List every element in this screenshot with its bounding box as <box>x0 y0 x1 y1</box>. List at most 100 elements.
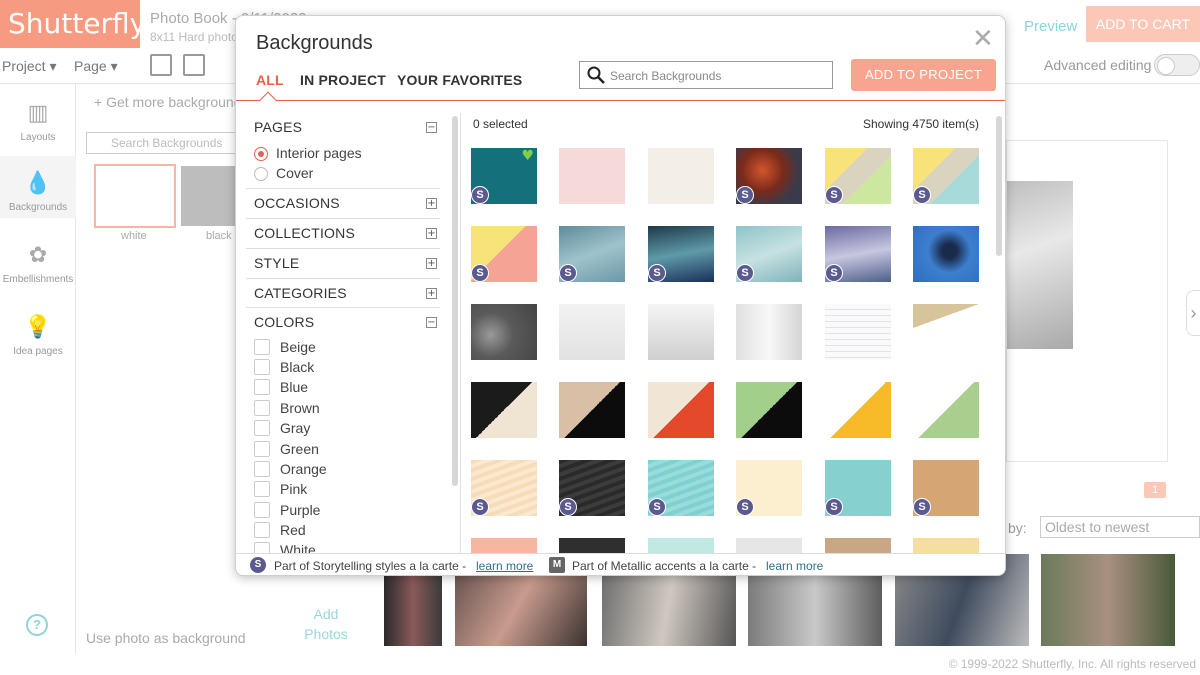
background-tile[interactable] <box>913 382 979 438</box>
background-tile[interactable]: ♥ S <box>471 148 537 204</box>
background-tile[interactable]: S <box>471 226 537 282</box>
background-tile[interactable] <box>913 226 979 282</box>
filter-collections-header[interactable]: COLLECTIONS + <box>254 225 440 241</box>
background-tile[interactable] <box>913 304 979 360</box>
tab-your-favorites[interactable]: YOUR FAVORITES <box>397 72 522 88</box>
nav-idea-pages[interactable]: 💡 Idea pages <box>0 314 76 357</box>
add-page-icon[interactable] <box>150 54 172 76</box>
swatch-white[interactable] <box>94 164 176 228</box>
checkbox-blue[interactable] <box>254 379 270 395</box>
filter-pages-header[interactable]: PAGES − <box>254 119 440 135</box>
nav-embellishments[interactable]: ✿ Embellishments <box>0 242 76 285</box>
checkbox-purple[interactable] <box>254 502 270 518</box>
advanced-editing-toggle[interactable] <box>1154 54 1200 76</box>
background-tile[interactable] <box>471 304 537 360</box>
tab-all[interactable]: ALL <box>256 72 284 88</box>
filter-scrollbar[interactable] <box>452 116 458 486</box>
checkbox-red[interactable] <box>254 522 270 538</box>
background-tile[interactable] <box>559 382 625 438</box>
expand-icon[interactable]: + <box>426 228 437 239</box>
checkbox-brown-label: Brown <box>280 400 320 416</box>
checkbox-green[interactable] <box>254 441 270 457</box>
background-tile[interactable] <box>825 304 891 360</box>
metallic-learn-more-link[interactable]: learn more <box>766 559 823 573</box>
filter-categories-header[interactable]: CATEGORIES + <box>254 285 440 301</box>
collapse-icon[interactable]: − <box>426 317 437 328</box>
background-tile[interactable] <box>559 538 625 553</box>
expand-icon[interactable]: + <box>426 198 437 209</box>
background-tile[interactable]: S <box>736 148 802 204</box>
storytelling-learn-more-link[interactable]: learn more <box>476 559 533 573</box>
collapse-icon[interactable]: − <box>426 122 437 133</box>
preview-link[interactable]: Preview <box>1024 18 1077 35</box>
background-tile[interactable]: S <box>825 226 891 282</box>
nav-backgrounds[interactable]: 💧 Backgrounds <box>0 156 76 218</box>
background-tile[interactable]: S <box>471 460 537 516</box>
radio-cover[interactable] <box>254 167 268 181</box>
background-tile[interactable]: S <box>559 226 625 282</box>
background-tile[interactable] <box>736 304 802 360</box>
background-tile[interactable]: S <box>825 460 891 516</box>
filter-occasions-header[interactable]: OCCASIONS + <box>254 195 440 211</box>
page-canvas[interactable] <box>1006 140 1168 462</box>
background-tile[interactable]: S <box>559 460 625 516</box>
background-tile[interactable] <box>559 304 625 360</box>
radio-interior-pages-label: Interior pages <box>276 145 362 161</box>
shutterfly-logo[interactable]: Shutterfly <box>0 0 146 48</box>
add-to-cart-button[interactable]: ADD TO CART <box>1086 6 1200 42</box>
background-tile[interactable]: S <box>825 148 891 204</box>
background-tile[interactable] <box>648 382 714 438</box>
add-photo-icon[interactable] <box>183 54 205 76</box>
use-photo-as-background[interactable]: Use photo as background <box>86 630 246 646</box>
nav-layouts[interactable]: ▥ Layouts <box>0 100 76 143</box>
background-tile[interactable] <box>825 382 891 438</box>
checkbox-gray[interactable] <box>254 420 270 436</box>
background-tile[interactable] <box>648 148 714 204</box>
nav-backgrounds-label: Backgrounds <box>8 202 68 213</box>
background-tile[interactable] <box>471 382 537 438</box>
background-tile[interactable]: S <box>913 460 979 516</box>
background-tile[interactable]: S <box>736 460 802 516</box>
photo-thumbnail[interactable] <box>1041 554 1175 646</box>
close-icon[interactable]: ✕ <box>972 24 994 54</box>
grid-scrollbar[interactable] <box>996 116 1002 256</box>
page-menu[interactable]: Page ▾ <box>74 58 118 75</box>
checkbox-brown[interactable] <box>254 400 270 416</box>
radio-interior-pages[interactable] <box>254 147 268 161</box>
next-page-arrow[interactable]: › <box>1186 290 1200 336</box>
filter-style-header[interactable]: STYLE + <box>254 255 440 271</box>
background-tile[interactable] <box>471 538 537 553</box>
favorite-heart-icon[interactable]: ♥ <box>521 148 534 164</box>
tab-in-project[interactable]: IN PROJECT <box>300 72 386 88</box>
search-backgrounds-input[interactable]: Search Backgrounds <box>579 61 833 89</box>
background-tile[interactable] <box>648 304 714 360</box>
background-tile[interactable]: S <box>648 226 714 282</box>
checkbox-orange[interactable] <box>254 461 270 477</box>
checkbox-black[interactable] <box>254 359 270 375</box>
expand-icon[interactable]: + <box>426 288 437 299</box>
checkbox-beige[interactable] <box>254 339 270 355</box>
background-tile[interactable]: S <box>648 460 714 516</box>
background-tile[interactable] <box>736 382 802 438</box>
background-tile[interactable]: S <box>913 148 979 204</box>
background-tile[interactable] <box>559 148 625 204</box>
checkbox-pink[interactable] <box>254 481 270 497</box>
get-more-backgrounds-link[interactable]: + Get more backgrounds <box>94 94 248 110</box>
filter-colors-header[interactable]: COLORS − <box>254 314 440 330</box>
checkbox-white[interactable] <box>254 542 270 553</box>
nav-embellishments-label: Embellishments <box>2 274 74 285</box>
canvas-photo[interactable] <box>1007 181 1073 349</box>
background-tile[interactable]: S <box>736 226 802 282</box>
add-to-project-button[interactable]: ADD TO PROJECT <box>851 59 996 91</box>
expand-icon[interactable]: + <box>426 258 437 269</box>
help-icon[interactable]: ? <box>26 614 48 636</box>
background-tile[interactable] <box>648 538 714 553</box>
storytelling-badge-icon: S <box>559 264 577 282</box>
showing-count: Showing 4750 item(s) <box>863 117 980 131</box>
project-menu[interactable]: Project ▾ <box>2 58 57 75</box>
background-tile[interactable] <box>825 538 891 553</box>
background-tile[interactable] <box>736 538 802 553</box>
sort-select[interactable]: Oldest to newest <box>1040 516 1200 538</box>
background-tile[interactable] <box>913 538 979 553</box>
add-photos-button[interactable]: Add Photos <box>290 564 362 644</box>
